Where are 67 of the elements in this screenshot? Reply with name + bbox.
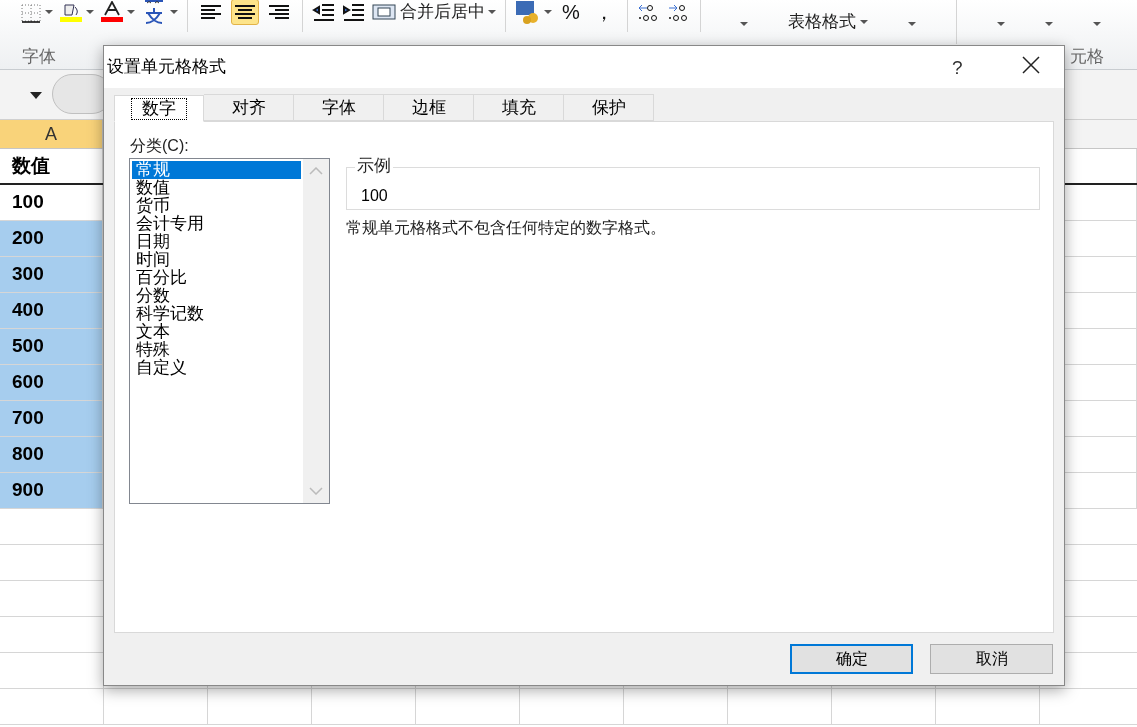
tab[interactable]: 数字	[114, 95, 204, 122]
caret-icon[interactable]	[740, 22, 748, 26]
tab[interactable]: 对齐	[204, 94, 294, 121]
group-label: 元格	[1070, 46, 1104, 68]
list-item[interactable]: 货币	[132, 197, 301, 215]
align-icon	[269, 5, 289, 19]
list-item[interactable]: 时间	[132, 251, 301, 269]
list-item[interactable]: 数值	[132, 179, 301, 197]
font-color-icon[interactable]	[100, 1, 124, 23]
list-item[interactable]: 自定义	[132, 359, 301, 377]
sample-value: 100	[361, 186, 388, 206]
dialog-button[interactable]: 确定	[790, 644, 913, 674]
borders-icon[interactable]	[20, 1, 42, 23]
table-cell: 800	[0, 437, 103, 472]
caret-icon[interactable]	[544, 10, 552, 14]
description-text: 常规单元格格式不包含任何特定的数字格式。	[346, 218, 666, 238]
align-button[interactable]	[231, 0, 259, 25]
caret-icon[interactable]	[1045, 22, 1053, 26]
caret-icon[interactable]	[908, 22, 916, 26]
table-cell: 600	[0, 365, 103, 400]
number-format-button[interactable]: %	[558, 0, 584, 27]
caret-icon[interactable]	[170, 10, 178, 14]
list-item[interactable]: 常规	[132, 161, 301, 179]
list-item[interactable]: 百分比	[132, 269, 301, 287]
group-legend: 示例	[355, 156, 393, 176]
number-format-button[interactable]: ，	[589, 0, 618, 27]
window-title: 设置单元格格式	[107, 56, 226, 79]
table-cell: 400	[0, 293, 103, 328]
caret-icon[interactable]	[127, 10, 135, 14]
table-cell: 700	[0, 401, 103, 436]
close-icon[interactable]	[1022, 56, 1040, 74]
merge-cells-icon[interactable]	[372, 3, 396, 21]
tab[interactable]: 字体	[294, 94, 384, 121]
table-cell: 300	[0, 257, 103, 292]
caret-icon[interactable]	[45, 10, 53, 14]
align-icon	[201, 5, 221, 19]
list-item[interactable]: 科学记数	[132, 305, 301, 323]
ribbon-button[interactable]: 表格格式	[788, 12, 856, 32]
table-cell: 900	[0, 473, 103, 508]
merge-center-button[interactable]: 合并后居中	[400, 0, 485, 25]
table-cell: 500	[0, 329, 103, 364]
fill-color-icon[interactable]	[59, 1, 83, 23]
dialog-button[interactable]: 取消	[930, 644, 1053, 674]
list-item[interactable]: 会计专用	[132, 215, 301, 233]
caret-icon[interactable]	[488, 10, 496, 14]
list-item[interactable]: 分数	[132, 287, 301, 305]
category-list[interactable]: 常规 数值 货币 会计专用 日期 时间 百分比 分数 科学记数 文本 特殊 自定义	[129, 158, 330, 504]
group-label: 字体	[22, 46, 56, 68]
field-label: 分类(C):	[130, 136, 189, 156]
caret-icon[interactable]	[997, 22, 1005, 26]
align-icon	[235, 5, 255, 19]
dropdown-arrow-icon[interactable]	[30, 92, 42, 99]
tab[interactable]: 边框	[384, 94, 474, 121]
currency-icon[interactable]	[515, 0, 541, 24]
caret-icon[interactable]	[1093, 22, 1101, 26]
caret-icon[interactable]	[86, 10, 94, 14]
list-item[interactable]: 文本	[132, 323, 301, 341]
list-item[interactable]: 特殊	[132, 341, 301, 359]
tab[interactable]: 保护	[564, 94, 654, 121]
decrease-indent-icon[interactable]	[312, 3, 336, 21]
caret-icon[interactable]	[860, 20, 868, 24]
help-button[interactable]: ?	[952, 54, 963, 83]
increase-indent-icon[interactable]	[342, 3, 366, 21]
tab[interactable]: 填充	[474, 94, 564, 121]
table-cell: 200	[0, 221, 103, 256]
list-item[interactable]: 日期	[132, 233, 301, 251]
column-header[interactable]: A	[0, 120, 103, 148]
